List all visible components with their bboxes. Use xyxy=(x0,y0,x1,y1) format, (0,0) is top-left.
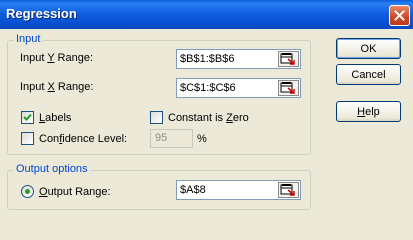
input-x-range-input[interactable] xyxy=(177,79,279,97)
confidence-level-field[interactable]: 95 xyxy=(150,129,193,148)
input-x-range-label: Input X Range: xyxy=(20,81,94,93)
cancel-button[interactable]: Cancel xyxy=(336,64,401,85)
output-options-title: Output options xyxy=(14,163,90,175)
close-icon xyxy=(394,10,405,21)
window-title: Regression xyxy=(6,6,77,21)
dialog-body: Input Input Y Range: Input X Range: xyxy=(0,29,413,210)
output-range-radio[interactable] xyxy=(21,185,34,198)
range-select-icon xyxy=(280,82,295,94)
labels-label[interactable]: Labels xyxy=(39,112,71,124)
input-y-range-input[interactable] xyxy=(177,50,279,68)
output-range-label[interactable]: Output Range: xyxy=(39,186,111,198)
output-range-collapse-button[interactable] xyxy=(278,182,299,198)
constant-is-zero-checkbox[interactable] xyxy=(150,111,163,124)
title-bar[interactable]: Regression xyxy=(0,0,413,29)
ok-button[interactable]: OK xyxy=(336,38,401,59)
help-button[interactable]: Help xyxy=(336,101,401,122)
close-button[interactable] xyxy=(389,5,410,26)
constant-is-zero-label[interactable]: Constant is Zero xyxy=(168,112,249,124)
output-range-input[interactable] xyxy=(177,181,279,199)
confidence-percent-label: % xyxy=(197,133,207,145)
input-y-range-label: Input Y Range: xyxy=(20,52,93,64)
input-group-title: Input xyxy=(14,33,43,45)
input-x-range-field[interactable] xyxy=(176,78,301,98)
range-select-icon xyxy=(280,184,295,196)
input-y-range-field[interactable] xyxy=(176,49,301,69)
input-x-range-collapse-button[interactable] xyxy=(278,80,299,96)
checkmark-icon xyxy=(23,113,32,121)
confidence-level-label[interactable]: Confidence Level: xyxy=(39,133,127,145)
labels-checkbox[interactable] xyxy=(21,111,34,124)
output-range-field[interactable] xyxy=(176,180,301,200)
input-y-range-collapse-button[interactable] xyxy=(278,51,299,67)
range-select-icon xyxy=(280,53,295,65)
confidence-level-checkbox[interactable] xyxy=(21,132,34,145)
radio-selected-dot xyxy=(25,189,30,194)
